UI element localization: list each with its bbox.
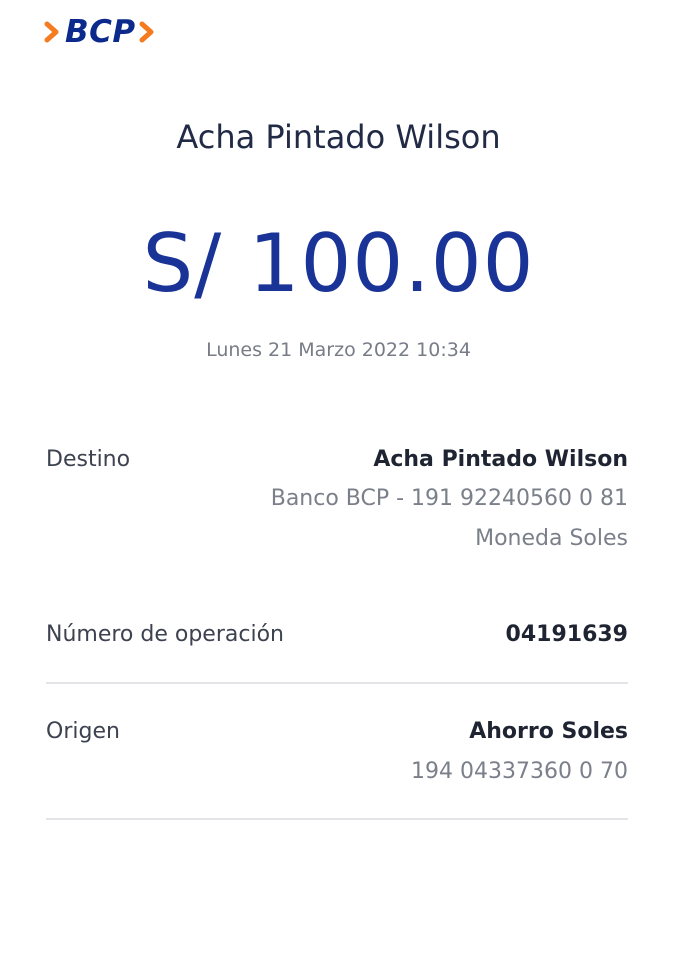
operacion-label: Número de operación [46, 622, 284, 647]
origen-label: Origen [46, 719, 120, 744]
bcp-logo: BCP [44, 14, 157, 50]
origen-account-type: Ahorro Soles [469, 719, 628, 744]
logo-text: BCP [65, 14, 136, 50]
divider [46, 682, 628, 684]
destino-account: Banco BCP - 191 92240560 0 81 [270, 486, 628, 511]
operacion-number: 04191639 [505, 622, 628, 647]
divider [46, 818, 628, 820]
destino-currency: Moneda Soles [475, 526, 628, 551]
recipient-name-title: Acha Pintado Wilson [176, 118, 501, 156]
chevron-right-icon [139, 21, 154, 43]
destino-label: Destino [46, 447, 131, 472]
destino-name: Acha Pintado Wilson [373, 447, 628, 472]
transfer-amount: S/ 100.00 [142, 217, 535, 310]
origen-account-number: 194 04337360 0 70 [411, 759, 628, 784]
chevron-right-icon [44, 21, 59, 43]
transfer-datetime: Lunes 21 Marzo 2022 10:34 [206, 339, 471, 361]
